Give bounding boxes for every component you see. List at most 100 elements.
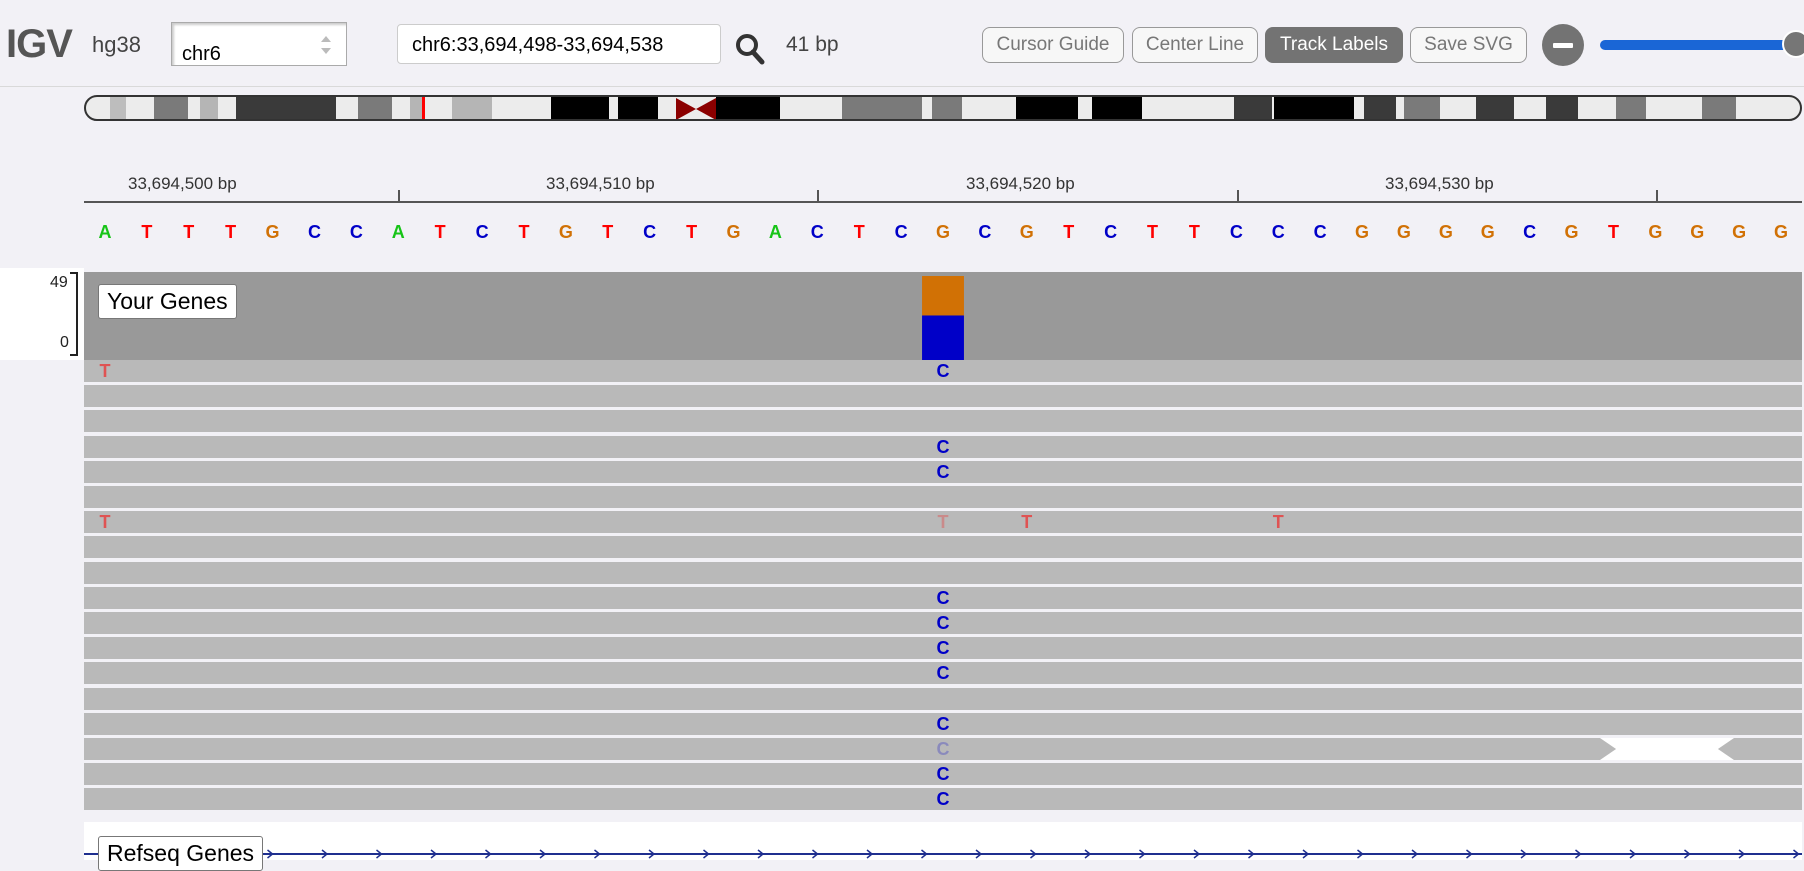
ruler-tick: [817, 190, 819, 202]
read-row[interactable]: [84, 410, 1802, 433]
sequence-base: G: [1774, 222, 1789, 242]
read-row[interactable]: C: [84, 662, 1802, 685]
mismatch-base: T: [1021, 512, 1033, 533]
ruler-tick: [1237, 190, 1239, 202]
ruler-label: 33,694,500 bp: [128, 174, 237, 193]
sequence-base: T: [518, 222, 530, 242]
read-row[interactable]: [84, 561, 1802, 584]
genome-label[interactable]: hg38: [92, 32, 141, 58]
search-icon[interactable]: [734, 32, 766, 66]
chromosome-value: chr6: [182, 43, 221, 65]
sequence-base: T: [1607, 222, 1619, 242]
current-region-marker: [422, 97, 425, 119]
alignment-track[interactable]: TCCCTTTTCCCCCCCC: [84, 360, 1802, 815]
sequence-base: G: [726, 222, 741, 242]
mismatch-base: C: [936, 739, 950, 759]
read-row[interactable]: C: [84, 586, 1802, 609]
sequence-base: C: [1313, 222, 1327, 242]
center-line-button[interactable]: Center Line: [1132, 27, 1258, 63]
sequence-base: G: [1732, 222, 1747, 242]
sequence-base: G: [1690, 222, 1705, 242]
chromosome-select[interactable]: chr6: [171, 22, 347, 66]
sequence-base: C: [894, 222, 908, 242]
read-row[interactable]: [84, 486, 1802, 508]
sequence-base: G: [1355, 222, 1370, 242]
read-row[interactable]: [84, 687, 1802, 710]
sequence-base: T: [434, 222, 446, 242]
igv-logo: IGV: [6, 22, 73, 66]
read-row[interactable]: TTTT: [84, 511, 1802, 534]
read-row[interactable]: C: [84, 435, 1802, 458]
mismatch-base: T: [1272, 512, 1284, 533]
read-row[interactable]: [84, 536, 1802, 559]
sequence-base: T: [183, 222, 195, 242]
mismatch-base: C: [936, 764, 950, 785]
zoom-out-icon[interactable]: [1542, 24, 1584, 66]
sequence-base: G: [1564, 222, 1579, 242]
save-svg-button[interactable]: Save SVG: [1410, 27, 1527, 63]
coverage-scale-min: 0: [60, 334, 69, 351]
zoom-slider[interactable]: [1600, 40, 1804, 50]
sequence-base: T: [1063, 222, 1075, 242]
sequence-base: G: [1396, 222, 1411, 242]
sequence-base: A: [98, 222, 112, 242]
sequence-base: C: [978, 222, 992, 242]
window-size-label: 41 bp: [786, 33, 839, 56]
sequence-base: C: [810, 222, 824, 242]
select-arrows-icon: [321, 36, 331, 54]
read-row[interactable]: C: [84, 712, 1802, 735]
sequence-base: C: [1229, 222, 1243, 242]
ruler-axis: [84, 201, 1802, 203]
read-gap: [1600, 738, 1734, 760]
mismatch-base: C: [936, 436, 950, 457]
mismatch-base: C: [936, 461, 950, 482]
cursor-guide-button[interactable]: Cursor Guide: [982, 27, 1124, 63]
coverage-scale-max: 49: [50, 274, 68, 291]
refseq-track-label[interactable]: Refseq Genes: [98, 836, 264, 871]
mismatch-base: T: [99, 512, 111, 533]
read-row[interactable]: C: [84, 460, 1802, 483]
navbar: IGV hg38 chr6 chr6:33,694,498-33,694,538…: [0, 0, 1804, 87]
ruler-label: 33,694,520 bp: [966, 174, 1075, 193]
mismatch-base: C: [936, 789, 950, 810]
coverage-track[interactable]: [84, 268, 1802, 360]
sequence-base: T: [686, 222, 698, 242]
mismatch-base: C: [936, 587, 950, 608]
zoom-slider-thumb[interactable]: [1782, 30, 1804, 58]
sequence-base: T: [225, 222, 237, 242]
locus-search-input[interactable]: chr6:33,694,498-33,694,538: [397, 24, 721, 64]
centromere-icon: [676, 98, 716, 119]
sequence-base: C: [1523, 222, 1537, 242]
sequence-base: T: [1188, 222, 1200, 242]
coverage-scale-bracket: [70, 272, 78, 356]
ruler-label: 33,694,510 bp: [546, 174, 655, 193]
read-row[interactable]: [84, 385, 1802, 408]
sequence-base: T: [1147, 222, 1158, 242]
read-row[interactable]: TC: [84, 360, 1802, 382]
sequence-base: C: [1271, 222, 1285, 242]
ruler-label: 33,694,530 bp: [1385, 174, 1494, 193]
track-labels-button[interactable]: Track Labels: [1265, 27, 1403, 63]
read-row[interactable]: C: [84, 763, 1802, 786]
coverage-track-label[interactable]: Your Genes: [98, 284, 237, 319]
coverage-allele-g: [922, 276, 964, 316]
mismatch-base: T: [937, 512, 949, 533]
sequence-base: T: [141, 222, 153, 242]
refseq-track[interactable]: [84, 822, 1802, 860]
read-row[interactable]: C: [84, 738, 1802, 760]
mismatch-base: T: [99, 361, 111, 381]
read-row[interactable]: C: [84, 788, 1802, 811]
mismatch-base: C: [936, 613, 950, 633]
mismatch-base: C: [936, 638, 950, 659]
sequence-base: G: [558, 222, 573, 242]
sequence-base: G: [1438, 222, 1453, 242]
sequence-base: G: [265, 222, 280, 242]
sequence-base: A: [768, 222, 782, 242]
ruler-tick: [1656, 190, 1658, 202]
read-row[interactable]: C: [84, 637, 1802, 660]
sequence-base: C: [643, 222, 657, 242]
chromosome-ideogram[interactable]: [84, 95, 1802, 121]
read-row[interactable]: C: [84, 612, 1802, 634]
sequence-base: C: [1104, 222, 1118, 242]
sequence-base: T: [602, 222, 614, 242]
